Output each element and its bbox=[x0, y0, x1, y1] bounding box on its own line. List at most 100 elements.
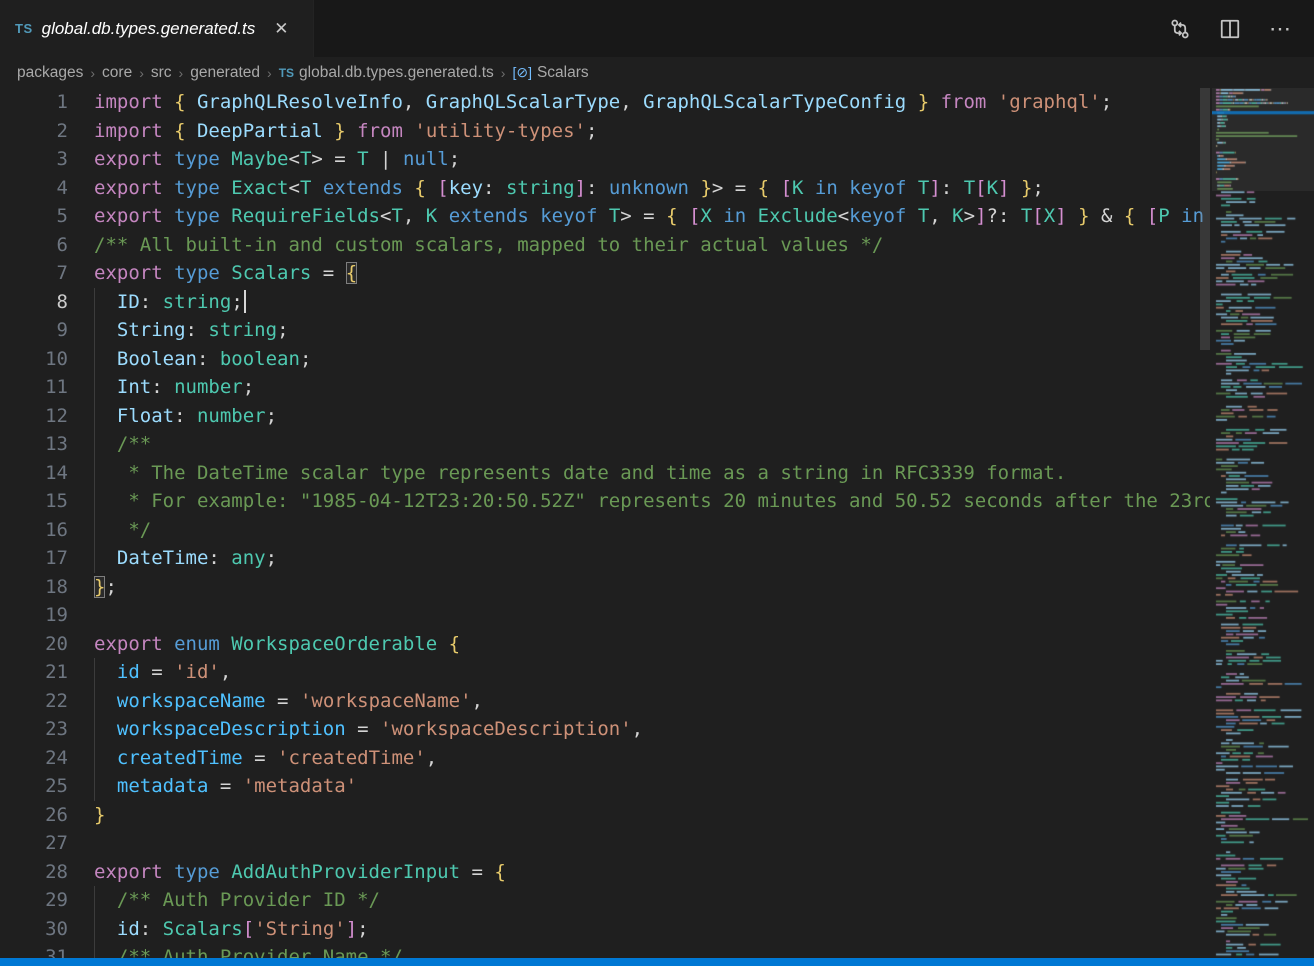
code-line[interactable]: 1import { GraphQLResolveInfo, GraphQLSca… bbox=[0, 88, 1210, 117]
more-actions-icon[interactable]: ⋯ bbox=[1268, 17, 1292, 41]
code-line[interactable]: 13 /** bbox=[0, 430, 1210, 459]
code-line-content: export type AddAuthProviderInput = { bbox=[68, 858, 506, 887]
line-number: 12 bbox=[0, 402, 68, 431]
breadcrumb-label: Scalars bbox=[537, 64, 589, 82]
symbol-type-icon: [⊘] bbox=[512, 64, 532, 81]
line-number: 25 bbox=[0, 772, 68, 801]
breadcrumb-label: core bbox=[102, 64, 132, 82]
breadcrumb-separator: › bbox=[90, 65, 95, 81]
code-line-content: export enum WorkspaceOrderable { bbox=[68, 630, 460, 659]
line-number: 14 bbox=[0, 459, 68, 488]
code-line-content: } bbox=[68, 801, 105, 830]
code-line-content: export type Maybe<T> = T | null; bbox=[68, 145, 460, 174]
line-number: 7 bbox=[0, 259, 68, 288]
line-number: 20 bbox=[0, 630, 68, 659]
code-line-content: */ bbox=[68, 516, 151, 545]
code-line-content: String: string; bbox=[68, 316, 289, 345]
editor-actions: ⋯ bbox=[1168, 0, 1314, 57]
vertical-scrollbar[interactable] bbox=[1198, 88, 1212, 958]
editor-tab[interactable]: TS global.db.types.generated.ts ✕ bbox=[0, 0, 314, 57]
code-line[interactable]: 23 workspaceDescription = 'workspaceDesc… bbox=[0, 715, 1210, 744]
code-line[interactable]: 28export type AddAuthProviderInput = { bbox=[0, 858, 1210, 887]
code-line[interactable]: 31 /** Auth Provider Name */ bbox=[0, 943, 1210, 958]
code-line-content: Int: number; bbox=[68, 373, 254, 402]
line-number: 3 bbox=[0, 145, 68, 174]
code-line-content: export type RequireFields<T, K extends k… bbox=[68, 202, 1210, 231]
breadcrumb-separator: › bbox=[267, 65, 272, 81]
code-line-content: id: Scalars['String']; bbox=[68, 915, 369, 944]
code-line[interactable]: 30 id: Scalars['String']; bbox=[0, 915, 1210, 944]
code-line-content: export type Exact<T extends { [key: stri… bbox=[68, 174, 1044, 203]
code-line[interactable]: 6/** All built-in and custom scalars, ma… bbox=[0, 231, 1210, 260]
code-line-content: /** Auth Provider Name */ bbox=[68, 943, 403, 958]
code-line[interactable]: 25 metadata = 'metadata' bbox=[0, 772, 1210, 801]
tab-bar: TS global.db.types.generated.ts ✕ ⋯ bbox=[0, 0, 1314, 57]
code-line[interactable]: 16 */ bbox=[0, 516, 1210, 545]
code-line[interactable]: 4export type Exact<T extends { [key: str… bbox=[0, 174, 1210, 203]
breadcrumb-label: src bbox=[151, 64, 172, 82]
code-line[interactable]: 5export type RequireFields<T, K extends … bbox=[0, 202, 1210, 231]
code-line[interactable]: 12 Float: number; bbox=[0, 402, 1210, 431]
code-line[interactable]: 8 ID: string; bbox=[0, 288, 1210, 317]
breadcrumb-label: generated bbox=[190, 64, 260, 82]
line-number: 22 bbox=[0, 687, 68, 716]
line-number: 31 bbox=[0, 943, 68, 958]
code-line[interactable]: 19 bbox=[0, 601, 1210, 630]
typescript-file-icon: TS bbox=[279, 66, 294, 80]
code-line-content bbox=[68, 829, 94, 858]
code-line[interactable]: 10 Boolean: boolean; bbox=[0, 345, 1210, 374]
breadcrumb-separator: › bbox=[501, 65, 506, 81]
breadcrumb-item-packages[interactable]: packages bbox=[17, 64, 83, 82]
code-line[interactable]: 3export type Maybe<T> = T | null; bbox=[0, 145, 1210, 174]
close-tab-icon[interactable]: ✕ bbox=[274, 20, 288, 37]
line-number: 30 bbox=[0, 915, 68, 944]
breadcrumb-item-core[interactable]: core bbox=[102, 64, 132, 82]
minimap[interactable] bbox=[1212, 88, 1314, 958]
code-line-content: workspaceName = 'workspaceName', bbox=[68, 687, 483, 716]
line-number: 1 bbox=[0, 88, 68, 117]
code-line[interactable]: 9 String: string; bbox=[0, 316, 1210, 345]
code-line[interactable]: 2import { DeepPartial } from 'utility-ty… bbox=[0, 117, 1210, 146]
open-changes-icon[interactable] bbox=[1168, 17, 1192, 41]
code-line-content: metadata = 'metadata' bbox=[68, 772, 357, 801]
code-line-content: /** All built-in and custom scalars, map… bbox=[68, 231, 883, 260]
line-number: 9 bbox=[0, 316, 68, 345]
line-number: 21 bbox=[0, 658, 68, 687]
line-number: 13 bbox=[0, 430, 68, 459]
line-number: 27 bbox=[0, 829, 68, 858]
code-line[interactable]: 24 createdTime = 'createdTime', bbox=[0, 744, 1210, 773]
breadcrumb-item-scalars[interactable]: [⊘] Scalars bbox=[512, 64, 588, 82]
code-line-content: * The DateTime scalar type represents da… bbox=[68, 459, 1066, 488]
line-number: 15 bbox=[0, 487, 68, 516]
line-number: 23 bbox=[0, 715, 68, 744]
line-number: 19 bbox=[0, 601, 68, 630]
code-line-content: Float: number; bbox=[68, 402, 277, 431]
code-line[interactable]: 26} bbox=[0, 801, 1210, 830]
line-number: 28 bbox=[0, 858, 68, 887]
code-line-content: }; bbox=[68, 573, 117, 602]
scrollbar-slider[interactable] bbox=[1200, 88, 1210, 350]
breadcrumb-item-src[interactable]: src bbox=[151, 64, 172, 82]
editor: 1import { GraphQLResolveInfo, GraphQLSca… bbox=[0, 88, 1314, 958]
code-line[interactable]: 18}; bbox=[0, 573, 1210, 602]
code-line[interactable]: 17 DateTime: any; bbox=[0, 544, 1210, 573]
code-line[interactable]: 7export type Scalars = { bbox=[0, 259, 1210, 288]
code-line-content: Boolean: boolean; bbox=[68, 345, 311, 374]
code-line[interactable]: 15 * For example: "1985-04-12T23:20:50.5… bbox=[0, 487, 1210, 516]
code-line[interactable]: 21 id = 'id', bbox=[0, 658, 1210, 687]
line-number: 5 bbox=[0, 202, 68, 231]
code-line-content: /** bbox=[68, 430, 151, 459]
code-line[interactable]: 11 Int: number; bbox=[0, 373, 1210, 402]
code-line[interactable]: 27 bbox=[0, 829, 1210, 858]
breadcrumb-item-global-db-types-generated-ts[interactable]: TSglobal.db.types.generated.ts bbox=[279, 64, 494, 82]
code-line[interactable]: 20export enum WorkspaceOrderable { bbox=[0, 630, 1210, 659]
breadcrumb-item-generated[interactable]: generated bbox=[190, 64, 260, 82]
code-line[interactable]: 22 workspaceName = 'workspaceName', bbox=[0, 687, 1210, 716]
code-line-content bbox=[68, 601, 94, 630]
line-number: 4 bbox=[0, 174, 68, 203]
code-line[interactable]: 29 /** Auth Provider ID */ bbox=[0, 886, 1210, 915]
status-bar[interactable] bbox=[0, 958, 1314, 966]
code-line[interactable]: 14 * The DateTime scalar type represents… bbox=[0, 459, 1210, 488]
text-cursor bbox=[244, 290, 246, 313]
split-editor-icon[interactable] bbox=[1218, 17, 1242, 41]
